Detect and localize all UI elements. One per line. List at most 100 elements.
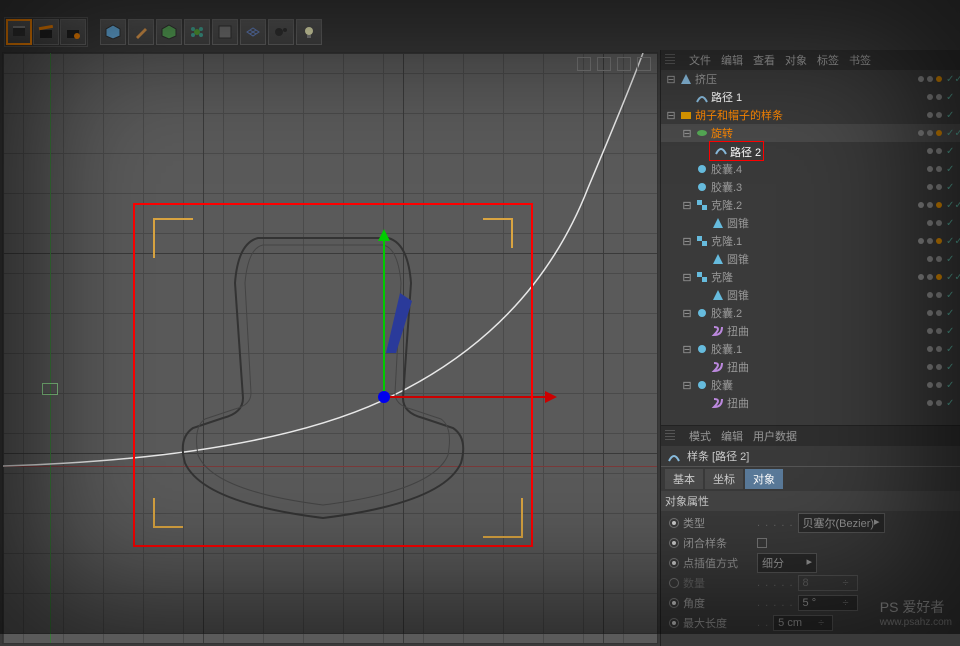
radio-icon[interactable] (669, 618, 679, 628)
tool-grid[interactable] (240, 19, 266, 45)
radio-icon[interactable] (669, 598, 679, 608)
tree-row[interactable]: 路径 2✓ (661, 142, 960, 160)
expander-icon[interactable]: ⊟ (681, 307, 693, 320)
tool-particle[interactable] (268, 19, 294, 45)
tool-flower[interactable] (184, 19, 210, 45)
visibility-dots[interactable] (884, 94, 946, 100)
grip-icon[interactable] (665, 54, 675, 66)
check-icon[interactable]: ✓ (946, 164, 960, 175)
visibility-dots[interactable] (884, 346, 946, 352)
tree-row[interactable]: 胶囊.3✓ (661, 178, 960, 196)
visibility-dots[interactable] (884, 184, 946, 190)
tree-row[interactable]: ⊟胶囊.2✓ (661, 304, 960, 322)
tab-mode[interactable]: 模式 (689, 428, 711, 444)
expander-icon[interactable]: ⊟ (665, 73, 677, 86)
check-icon[interactable]: ✓✓ (946, 200, 960, 211)
check-icon[interactable]: ✓ (946, 326, 960, 337)
tool-green-cube[interactable] (156, 19, 182, 45)
check-icon[interactable]: ✓ (946, 218, 960, 229)
attr-tab-coord[interactable]: 坐标 (705, 469, 743, 489)
object-tree[interactable]: ⊟挤压✓✓路径 1✓⊟胡子和帽子的样条✓⊟旋转✓✓路径 2✓胶囊.4✓胶囊.3✓… (661, 70, 960, 426)
expander-icon[interactable]: ⊟ (681, 199, 693, 212)
viewport[interactable] (2, 52, 658, 644)
nav-icon[interactable] (617, 57, 631, 71)
radio-icon[interactable] (669, 538, 679, 548)
visibility-dots[interactable] (884, 148, 946, 154)
visibility-dots[interactable] (884, 292, 946, 298)
tab-bookmarks[interactable]: 书签 (849, 52, 871, 68)
expander-icon[interactable]: ⊟ (681, 127, 693, 140)
visibility-dots[interactable] (884, 130, 946, 136)
interp-dropdown[interactable]: 细分▸ (757, 553, 817, 573)
check-icon[interactable]: ✓ (946, 398, 960, 409)
check-icon[interactable]: ✓ (946, 92, 960, 103)
visibility-dots[interactable] (884, 400, 946, 406)
visibility-dots[interactable] (884, 202, 946, 208)
expander-icon[interactable]: ⊟ (681, 235, 693, 248)
expander-icon[interactable]: ⊟ (681, 379, 693, 392)
visibility-dots[interactable] (884, 364, 946, 370)
tool-light[interactable] (296, 19, 322, 45)
tree-row[interactable]: 胶囊.4✓ (661, 160, 960, 178)
tab-objects[interactable]: 对象 (785, 52, 807, 68)
visibility-dots[interactable] (884, 238, 946, 244)
tree-row[interactable]: ⊟克隆✓✓ (661, 268, 960, 286)
check-icon[interactable]: ✓ (946, 182, 960, 193)
check-icon[interactable]: ✓ (946, 380, 960, 391)
check-icon[interactable]: ✓ (946, 362, 960, 373)
tree-row[interactable]: ⊟挤压✓✓ (661, 70, 960, 88)
tool-cube[interactable] (100, 19, 126, 45)
nav-icon[interactable] (577, 57, 591, 71)
check-icon[interactable]: ✓ (946, 290, 960, 301)
radio-icon[interactable] (669, 518, 679, 528)
tab-edit[interactable]: 编辑 (721, 52, 743, 68)
tool-pen[interactable] (128, 19, 154, 45)
tree-row[interactable]: ⊟胶囊.1✓ (661, 340, 960, 358)
visibility-dots[interactable] (884, 220, 946, 226)
check-icon[interactable]: ✓✓ (946, 74, 960, 85)
tree-row[interactable]: ⊟旋转✓✓ (661, 124, 960, 142)
visibility-dots[interactable] (884, 112, 946, 118)
visibility-dots[interactable] (884, 328, 946, 334)
tree-row[interactable]: 圆锥✓ (661, 250, 960, 268)
tree-row[interactable]: ⊟胶囊✓ (661, 376, 960, 394)
nav-icon[interactable] (637, 57, 651, 71)
check-icon[interactable]: ✓ (946, 146, 960, 157)
tree-row[interactable]: 路径 1✓ (661, 88, 960, 106)
tree-row[interactable]: ⊟克隆.1✓✓ (661, 232, 960, 250)
checkbox[interactable] (757, 538, 767, 548)
check-icon[interactable]: ✓✓ (946, 128, 960, 139)
visibility-dots[interactable] (884, 256, 946, 262)
check-icon[interactable]: ✓✓ (946, 236, 960, 247)
tab-view[interactable]: 查看 (753, 52, 775, 68)
grip-icon[interactable] (665, 430, 675, 442)
nav-icon[interactable] (597, 57, 611, 71)
tool-director[interactable] (6, 19, 32, 45)
tool-clapper[interactable] (33, 19, 59, 45)
angle-field[interactable]: 5 °÷ (798, 595, 858, 611)
check-icon[interactable]: ✓ (946, 308, 960, 319)
attr-tab-basic[interactable]: 基本 (665, 469, 703, 489)
check-icon[interactable]: ✓✓ (946, 272, 960, 283)
tree-row[interactable]: 圆锥✓ (661, 286, 960, 304)
visibility-dots[interactable] (884, 166, 946, 172)
check-icon[interactable]: ✓ (946, 110, 960, 121)
attr-tab-object[interactable]: 对象 (745, 469, 783, 489)
tab-tags[interactable]: 标签 (817, 52, 839, 68)
tree-row[interactable]: 扭曲✓ (661, 358, 960, 376)
tab-edit2[interactable]: 编辑 (721, 428, 743, 444)
tab-file[interactable]: 文件 (689, 52, 711, 68)
tree-row[interactable]: ⊟克隆.2✓✓ (661, 196, 960, 214)
expander-icon[interactable]: ⊟ (681, 343, 693, 356)
check-icon[interactable]: ✓ (946, 254, 960, 265)
visibility-dots[interactable] (884, 76, 946, 82)
tool-clapper-gear[interactable] (60, 19, 86, 45)
visibility-dots[interactable] (884, 382, 946, 388)
check-icon[interactable]: ✓ (946, 344, 960, 355)
tree-row[interactable]: ⊟胡子和帽子的样条✓ (661, 106, 960, 124)
type-dropdown[interactable]: 贝塞尔(Bezier)▸ (798, 513, 885, 533)
expander-icon[interactable]: ⊟ (665, 109, 677, 122)
tree-row[interactable]: 扭曲✓ (661, 322, 960, 340)
maxlen-field[interactable]: 5 cm÷ (773, 615, 833, 631)
tree-row[interactable]: 圆锥✓ (661, 214, 960, 232)
